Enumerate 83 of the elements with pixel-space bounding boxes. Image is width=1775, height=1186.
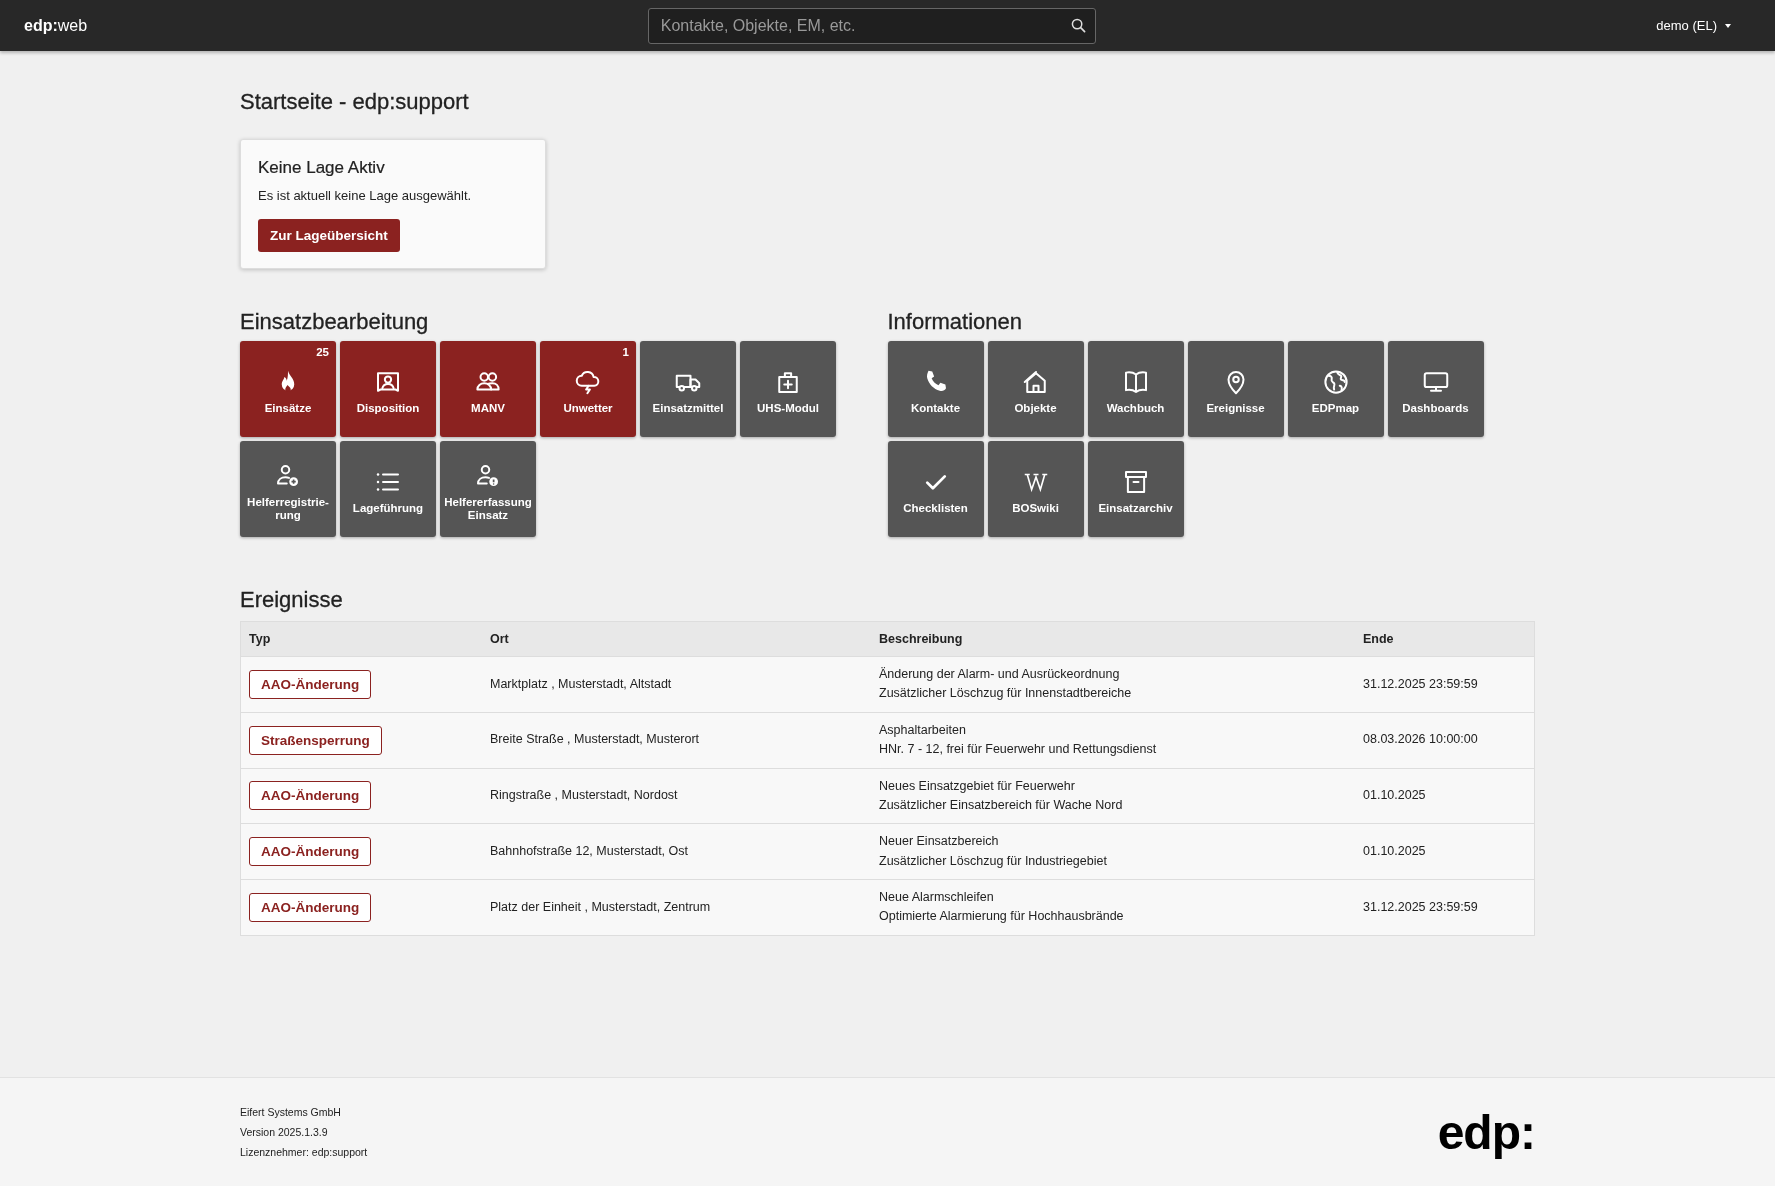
type-tag[interactable]: AAO-Änderung <box>249 781 372 811</box>
tile-label: Objekte <box>1014 402 1057 415</box>
table-cell-text: Neuer Einsatzbereich <box>879 833 1000 851</box>
tile-label: Einsätze <box>264 402 312 415</box>
tile-label: Disposition <box>356 402 420 415</box>
tile-label: Lageführung <box>352 502 424 515</box>
table-cell: Breite Straße , Musterstadt, Musterort <box>482 712 871 768</box>
type-tag[interactable]: AAO-Änderung <box>249 837 372 867</box>
tile-label: EDPmap <box>1311 402 1360 415</box>
user-menu[interactable]: demo (EL) <box>1656 14 1751 37</box>
module-tile[interactable]: Wachbuch <box>1087 341 1184 437</box>
column-header: Typ <box>240 621 482 657</box>
tile-label: UHS-Modul <box>757 402 819 415</box>
table-cell-text: Zusätzlicher Löschzug für Industriegebiet <box>879 852 1108 870</box>
table-cell-text: Zusätzlicher Löschzug für Innenstadtbereiche <box>879 685 1133 703</box>
module-tile[interactable]: 1 Unwetter <box>540 341 636 437</box>
table-cell: Bahnhofstraße 12, Musterstadt, Ost <box>482 823 871 880</box>
company-logo: edp: <box>1437 1104 1535 1160</box>
column-header: Ende <box>1355 621 1535 657</box>
module-tile[interactable]: Kontakte <box>887 341 984 437</box>
search-field[interactable]: Kontakte, Objekte, EM, etc. <box>647 7 1096 44</box>
module-tile[interactable]: Einsatzarchiv <box>1087 441 1184 537</box>
table-cell-text: Zusätzlicher Einsatzbereich für Wache Nord <box>879 796 1124 814</box>
module-tile[interactable]: Disposition <box>340 341 436 437</box>
table-cell: Marktplatz , Musterstadt, Altstadt <box>482 656 871 713</box>
overview-button[interactable]: Zur Lageübersicht <box>258 219 400 252</box>
footer-text: Version 2025.1.3.9 <box>240 1125 329 1140</box>
tile-label: Helferregistrie- rung <box>247 496 329 521</box>
column-header: Ort <box>482 621 871 657</box>
table-cell-text: Asphaltarbeiten <box>879 721 967 739</box>
table-cell: Platz der Einheit , Musterstadt, Zentrum <box>482 879 871 936</box>
table-cell: Ringstraße , Musterstadt, Nordost <box>482 768 871 824</box>
table-cell-text: Änderung der Alarm- und Ausrückeordnung <box>879 666 1121 683</box>
section-title: Ereignisse <box>240 587 344 613</box>
type-tag[interactable]: Straßensperrung <box>249 725 382 755</box>
type-tag[interactable]: AAO-Änderung <box>249 892 372 922</box>
caret-icon <box>1725 23 1731 28</box>
table-cell: 01.10.2025 <box>1355 768 1535 824</box>
module-tile[interactable]: EDPmap <box>1287 341 1384 437</box>
table-cell-text: Neue Alarmschleifen <box>879 889 995 906</box>
table-cell: 31.12.2025 23:59:59 <box>1355 879 1535 936</box>
app-logo[interactable]: edp:web <box>24 16 88 35</box>
tile-label: Einsatzmittel <box>652 402 724 415</box>
count-label: 25 <box>316 346 329 358</box>
page-title: Startseite - edp:support <box>240 89 470 115</box>
module-tile[interactable]: BOSwiki <box>987 441 1084 537</box>
module-tile[interactable]: Objekte <box>987 341 1084 437</box>
tile-label: Checklisten <box>903 502 968 515</box>
table-cell: 01.10.2025 <box>1355 823 1535 880</box>
module-tile[interactable]: 25 Einsätze <box>240 341 336 437</box>
tile-label: Unwetter <box>563 402 613 415</box>
tile-label: Einsatzarchiv <box>1098 502 1173 515</box>
module-tile[interactable]: Helfererfassung Einsatz <box>440 441 536 537</box>
module-tile[interactable]: Dashboards <box>1387 341 1484 437</box>
module-tile[interactable]: MANV <box>440 341 536 437</box>
footer-text: Lizenznehmer: edp:support <box>240 1145 368 1160</box>
footer-text: Eifert Systems GmbH <box>240 1105 342 1120</box>
card-text: Es ist aktuell keine Lage ausgewählt. <box>258 188 473 203</box>
tile-label: Kontakte <box>910 402 961 415</box>
module-tile[interactable]: Helferregistrie- rung <box>240 441 336 537</box>
column-header: Beschreibung <box>871 621 1355 657</box>
count-label: 1 <box>622 346 629 358</box>
table-cell-text: Optimierte Alarmierung für Hochhausbrände <box>879 908 1125 926</box>
module-tile[interactable]: Einsatzmittel <box>640 341 736 437</box>
module-tile[interactable]: Checklisten <box>887 441 984 537</box>
table-cell: 31.12.2025 23:59:59 <box>1355 656 1535 713</box>
tile-label: Helfererfassung Einsatz <box>444 496 532 521</box>
type-tag[interactable]: AAO-Änderung <box>249 669 372 699</box>
section-title: Informationen <box>887 309 1024 335</box>
module-tile[interactable]: Ereignisse <box>1187 341 1284 437</box>
tile-label: Dashboards <box>1402 402 1469 415</box>
table-cell: 08.03.2026 10:00:00 <box>1355 712 1535 768</box>
table-cell-text: Neues Einsatzgebiet für Feuerwehr <box>879 777 1076 795</box>
card-title: Keine Lage Aktiv <box>258 158 386 178</box>
tile-label: MANV <box>471 402 505 415</box>
section-title: Einsatzbearbeitung <box>240 309 430 335</box>
table-cell-text: HNr. 7 - 12, frei für Feuerwehr und Rettungsdienst <box>879 741 1158 759</box>
tile-label: BOSwiki <box>1012 502 1059 515</box>
tile-label: Wachbuch <box>1106 402 1165 415</box>
search-icon <box>1070 17 1086 33</box>
module-tile[interactable]: Lageführung <box>340 441 436 537</box>
module-tile[interactable]: UHS-Modul <box>740 341 836 437</box>
tile-label: Ereignisse <box>1206 402 1265 415</box>
